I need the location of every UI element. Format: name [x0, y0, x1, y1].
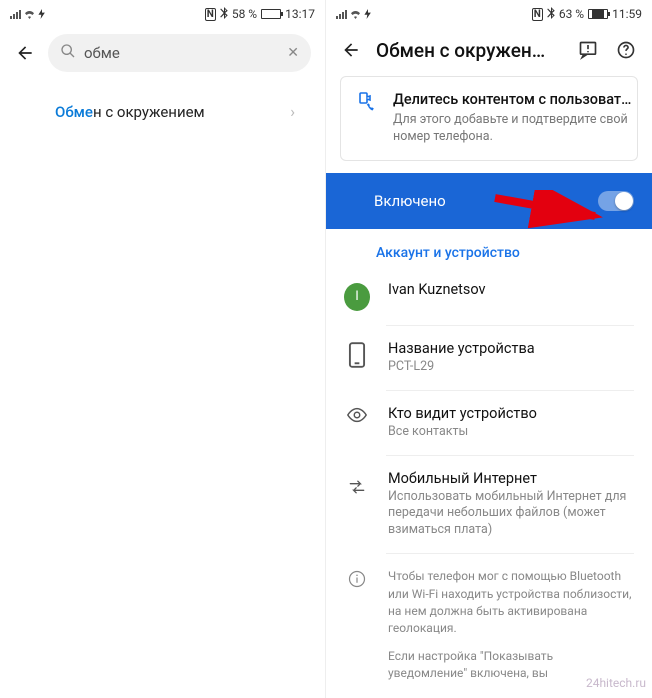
battery-percent: 63 %	[559, 7, 584, 21]
bluetooth-icon	[547, 7, 555, 22]
help-icon[interactable]	[614, 38, 638, 62]
account-name: Ivan Kuznetsov	[388, 281, 634, 298]
account-row[interactable]: I Ivan Kuznetsov	[326, 267, 652, 325]
row-sub: Использовать мобильный Интернет для пере…	[388, 489, 634, 540]
status-bar: N 63 % 11:59	[326, 0, 652, 24]
phone-screen-settings: N 63 % 11:59 Обмен с окружен…	[326, 0, 652, 698]
enabled-switch[interactable]	[598, 191, 634, 211]
phone-screen-search: N 58 % 13:17 обме ✕	[0, 0, 326, 698]
charge-icon	[364, 9, 372, 19]
signal-icon	[10, 9, 21, 19]
verify-phone-card[interactable]: Делитесь контентом с пользоват… Для этог…	[340, 76, 638, 161]
wifi-icon	[349, 9, 362, 19]
row-title: Кто видит устройство	[388, 405, 634, 422]
clear-search-icon[interactable]: ✕	[287, 45, 299, 61]
wifi-icon	[23, 9, 36, 19]
nfc-icon: N	[532, 8, 543, 21]
toggle-label: Включено	[344, 192, 446, 210]
feedback-icon[interactable]	[576, 38, 600, 62]
row-title: Мобильный Интернет	[388, 470, 634, 487]
bluetooth-icon	[220, 7, 228, 22]
smartphone-icon	[344, 340, 370, 368]
info-p1: Чтобы телефон мог с помощью Bluetooth ил…	[388, 568, 634, 638]
chevron-right-icon: ›	[290, 102, 295, 121]
back-button[interactable]	[340, 39, 362, 61]
status-bar: N 58 % 13:17	[0, 0, 325, 24]
page-header: Обмен с окружен…	[326, 24, 652, 76]
row-title: Название устройства	[388, 340, 634, 357]
section-account-device: Аккаунт и устройство	[326, 229, 652, 267]
phone-share-icon	[355, 91, 379, 146]
charge-icon	[38, 9, 46, 19]
search-query-text: обме	[84, 44, 279, 62]
page-title: Обмен с окружен…	[376, 39, 562, 62]
clock: 13:17	[285, 7, 315, 21]
data-transfer-icon	[344, 470, 370, 496]
result-label: Обмен с окружением	[55, 103, 205, 121]
battery-percent: 58 %	[232, 7, 257, 21]
card-title: Делитесь контентом с пользоват…	[393, 91, 631, 108]
enabled-toggle-row: Включено	[326, 173, 652, 229]
back-button[interactable]	[14, 42, 36, 64]
nfc-icon: N	[205, 8, 216, 21]
watermark: 24hitech.ru	[586, 676, 646, 690]
battery-icon	[588, 9, 608, 19]
search-result-item[interactable]: Обмен с окружением ›	[0, 82, 325, 141]
clock: 11:59	[612, 7, 642, 21]
row-sub: PCT-L29	[388, 359, 634, 376]
search-icon	[60, 43, 76, 63]
info-icon	[344, 568, 370, 682]
search-header: обме ✕	[0, 24, 325, 82]
avatar: I	[344, 283, 370, 311]
visibility-row[interactable]: Кто видит устройство Все контакты	[326, 391, 652, 455]
device-name-row[interactable]: Название устройства PCT-L29	[326, 326, 652, 390]
search-input[interactable]: обме ✕	[48, 34, 311, 72]
row-sub: Все контакты	[388, 424, 634, 441]
card-subtitle: Для этого добавьте и подтвердите свой но…	[393, 112, 631, 146]
signal-icon	[336, 9, 347, 19]
battery-icon	[261, 9, 281, 19]
mobile-data-row[interactable]: Мобильный Интернет Использовать мобильны…	[326, 456, 652, 554]
eye-icon	[344, 405, 370, 423]
